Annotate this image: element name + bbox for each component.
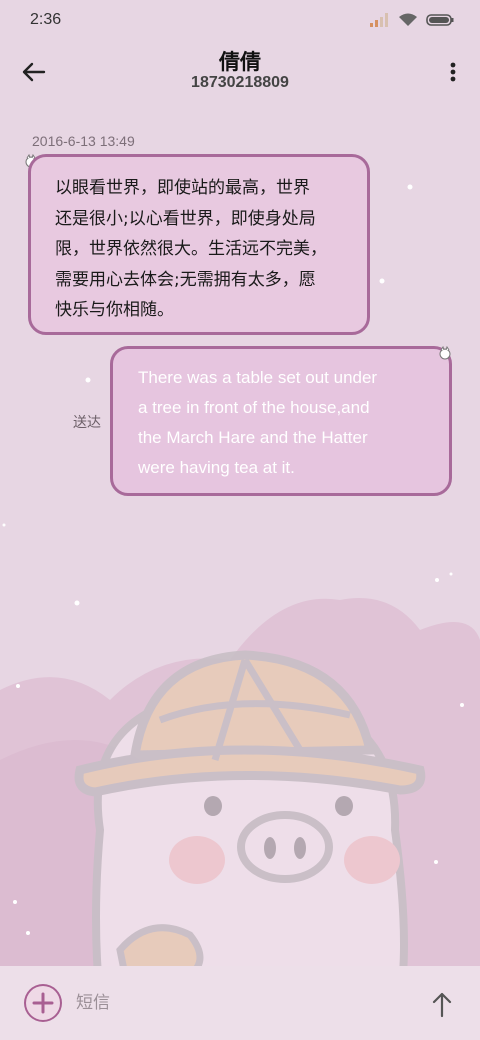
- contact-name: 倩倩: [219, 50, 261, 74]
- battery-icon: [426, 14, 454, 26]
- incoming-message-bubble[interactable]: 以眼看世界，即使站的最高，世界 还是很小;以心看世界，即使身处局 限，世界依然很…: [28, 154, 370, 335]
- status-time: 2:36: [30, 11, 62, 28]
- message-timestamp: 2016-6-13 13:49: [32, 133, 135, 149]
- contact-phone-number: 18730218809: [191, 74, 289, 91]
- sms-input[interactable]: [76, 988, 406, 1018]
- conversation-header: 倩倩 18730218809: [0, 44, 480, 100]
- sticker-icon: [439, 346, 451, 360]
- status-bar: 2:36: [0, 0, 480, 40]
- message-line: were having tea at it.: [138, 458, 295, 477]
- delivery-status: 送达: [73, 415, 101, 431]
- wifi-icon: [399, 13, 417, 26]
- signal-icon: [370, 13, 388, 27]
- arrow-up-icon[interactable]: [430, 990, 454, 1018]
- add-icon: [26, 986, 60, 1020]
- outgoing-message-bubble[interactable]: There was a table set out under a tree i…: [110, 346, 452, 496]
- status-icons: [370, 13, 454, 27]
- message-line: the March Hare and the Hatter: [138, 428, 368, 447]
- message-line: There was a table set out under: [138, 368, 378, 387]
- add-attachment-button[interactable]: [24, 984, 62, 1022]
- message-line: 还是很小;以心看世界，即使身处局: [55, 208, 316, 229]
- message-composer: [0, 966, 480, 1040]
- message-line: 快乐与你相随。: [55, 300, 174, 320]
- more-vert-icon[interactable]: [446, 56, 460, 88]
- message-line: 以眼看世界，即使站的最高，世界: [55, 178, 310, 198]
- message-line: 限，世界依然很大。生活远不完美，: [55, 239, 327, 259]
- message-line: a tree in front of the house,and: [138, 398, 370, 417]
- message-line: 需要用心去体会;无需拥有太多，愿: [55, 269, 316, 290]
